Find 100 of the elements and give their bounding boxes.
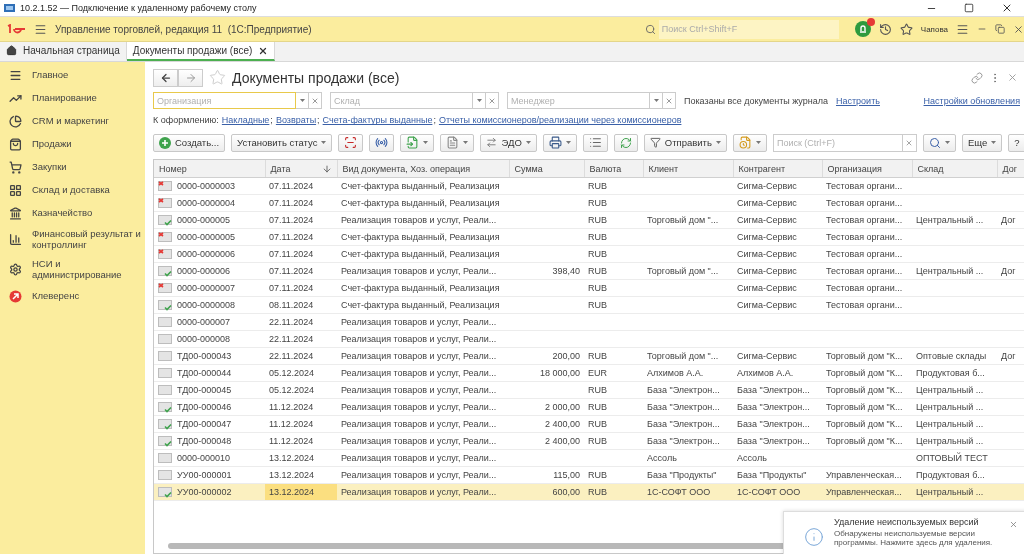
table-cell: 05.12.2024 xyxy=(265,364,337,382)
table-cell: Реализация товаров и услуг, Реали... xyxy=(337,432,509,450)
column-header[interactable]: Дог xyxy=(997,159,1024,178)
toolbar-icon-button[interactable] xyxy=(369,133,395,152)
history-button[interactable] xyxy=(878,22,892,36)
toolbar-button[interactable]: ? xyxy=(1008,133,1024,152)
column-header[interactable]: Клиент xyxy=(643,159,733,178)
document-link[interactable]: Возвраты xyxy=(275,115,317,126)
table-cell: 398,40 xyxy=(509,262,584,280)
table-cell: Реализация товаров и услуг, Реали... xyxy=(337,364,509,382)
sidebar-item[interactable]: Казначейство xyxy=(0,202,145,225)
table-cell: Управленческая... xyxy=(822,466,912,484)
column-header[interactable]: Склад xyxy=(912,159,997,178)
sidebar-item[interactable]: Клеверенс xyxy=(0,284,145,308)
document-arrow-icon xyxy=(406,136,420,150)
table-cell: RUB xyxy=(584,483,643,501)
dropdown-button[interactable] xyxy=(296,92,309,110)
table-cell: Оптовые склады xyxy=(912,347,997,365)
tab[interactable]: Документы продажи (все) xyxy=(126,42,276,61)
document-link[interactable]: Счета-фактуры выданные xyxy=(322,115,433,126)
link-icon[interactable] xyxy=(971,71,983,84)
table-cell: Реализация товаров и услуг, Реали... xyxy=(337,262,509,280)
toolbar-icon-button[interactable] xyxy=(613,133,638,152)
star-icon xyxy=(899,22,913,36)
menu-icon xyxy=(34,22,47,36)
sidebar-item[interactable]: Финансовый результат и контроллинг xyxy=(0,225,145,255)
sidebar-item[interactable]: Склад и доставка xyxy=(0,179,145,202)
update-settings-link[interactable]: Настройки обновления xyxy=(923,95,1020,106)
column-header[interactable]: Сумма xyxy=(509,159,584,178)
document-number: ТД00-000044 xyxy=(177,368,232,379)
separator-text: ; xyxy=(270,115,273,126)
search-field[interactable]: Поиск Ctrl+Shift+F xyxy=(658,19,839,39)
document-status-icon xyxy=(158,333,173,345)
document-number: 0000-0000003 xyxy=(177,181,236,192)
separator-text: ; xyxy=(317,115,320,126)
column-header[interactable]: Контрагент xyxy=(733,159,822,178)
toolbar-icon-button[interactable] xyxy=(922,133,956,152)
close-icon xyxy=(1001,2,1013,14)
table-cell: 13.12.2024 xyxy=(265,449,337,467)
sidebar-item[interactable]: Продажи xyxy=(0,133,145,156)
menu-button[interactable] xyxy=(34,22,47,36)
menu-button[interactable] xyxy=(956,22,969,36)
column-header[interactable]: Дата xyxy=(265,159,337,178)
restore-button[interactable] xyxy=(995,24,1005,34)
sidebar-item[interactable]: Планирование xyxy=(0,87,145,110)
caret-icon xyxy=(476,99,482,103)
dropdown-button[interactable] xyxy=(473,92,486,110)
document-link[interactable]: Накладные xyxy=(221,115,270,126)
toolbar-button[interactable]: Отправить xyxy=(643,133,727,152)
document-status-icon xyxy=(158,282,173,294)
document-status-icon xyxy=(158,197,173,209)
clear-button[interactable] xyxy=(486,92,499,110)
sidebar-item[interactable]: CRM и маркетинг xyxy=(0,110,145,133)
favorites-button[interactable] xyxy=(899,22,913,36)
star-icon[interactable] xyxy=(209,69,226,87)
clear-button[interactable] xyxy=(309,92,322,110)
table-cell: 07.11.2024 xyxy=(265,194,337,212)
column-header[interactable]: Организация xyxy=(822,159,912,178)
table-cell: Тестовая органи... xyxy=(822,262,912,280)
toolbar-icon-button[interactable] xyxy=(400,133,435,152)
filter-field[interactable]: Менеджер xyxy=(507,92,650,110)
sidebar-item[interactable]: Закупки xyxy=(0,156,145,179)
toolbar-button[interactable]: Установить статус xyxy=(231,133,333,152)
dropdown-button[interactable] xyxy=(650,92,663,110)
user-name[interactable]: Чапова xyxy=(920,24,948,34)
toolbar-icon-button[interactable] xyxy=(440,133,475,152)
table-cell: Реализация товаров и услуг, Реали... xyxy=(337,330,509,348)
cart-icon xyxy=(9,161,22,174)
table-cell: 11.12.2024 xyxy=(265,398,337,416)
column-header[interactable]: Вид документа, Хоз. операция xyxy=(337,159,509,178)
toolbar-button[interactable]: Еще xyxy=(961,133,1003,152)
sidebar-item[interactable]: НСИ и администрирование xyxy=(0,254,145,285)
column-header[interactable]: Номер xyxy=(154,159,265,178)
filter-field[interactable]: Организация xyxy=(153,92,296,110)
toolbar-button[interactable]: Создать... xyxy=(153,133,226,152)
sidebar-item[interactable]: Главное xyxy=(0,64,145,87)
clear-button[interactable] xyxy=(663,92,676,110)
configure-link[interactable]: Настроить xyxy=(836,95,880,106)
document-number: ТД00-000047 xyxy=(177,419,232,430)
table-cell: Центральный ... xyxy=(912,483,997,501)
table-cell: Сигма-Сервис xyxy=(733,347,822,365)
filter-field[interactable]: Склад xyxy=(330,92,473,110)
column-header[interactable]: Валюта xyxy=(584,159,643,178)
table-cell: 2 000,00 xyxy=(509,398,584,416)
document-link[interactable]: Отчеты комиссионеров/реализации через комиссионеров xyxy=(438,115,682,126)
toolbar-icon-button[interactable] xyxy=(338,133,364,152)
toolbar-icon-button[interactable] xyxy=(732,133,767,152)
toolbar-icon-button[interactable] xyxy=(542,133,577,152)
bag-icon xyxy=(9,138,22,151)
document-status-icon xyxy=(158,384,173,396)
search-field[interactable]: Поиск (Ctrl+F) xyxy=(772,133,903,152)
toolbar-button[interactable]: ЭДО xyxy=(480,133,537,152)
back-button[interactable] xyxy=(153,68,178,87)
close-icon[interactable] xyxy=(258,45,269,56)
caret-icon xyxy=(299,99,305,103)
table-cell: 13.12.2024 xyxy=(265,466,337,484)
table-cell: RUB xyxy=(584,245,643,263)
notification-popup[interactable]: Удаление неиспользуемых версий Обнаружены неиспользуемые версии программы. Нажмите здесь для удаления. xyxy=(783,511,1024,554)
table-cell: Торговый дом "К... xyxy=(822,398,912,416)
toolbar-icon-button[interactable] xyxy=(582,133,608,152)
